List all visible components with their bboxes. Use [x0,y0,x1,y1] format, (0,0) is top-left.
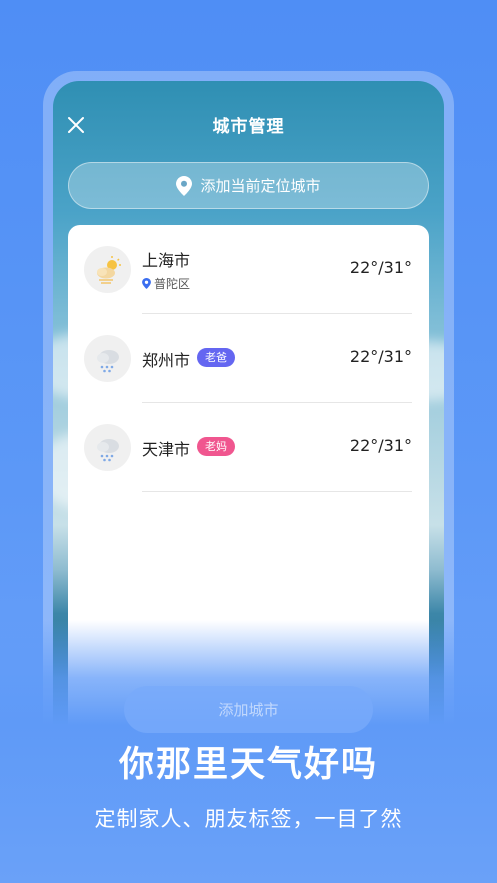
city-name: 天津市 [142,440,191,459]
add-location-label: 添加当前定位城市 [200,177,321,195]
promo-subline: 定制家人、朋友标签，一目了然 [94,807,403,831]
divider [142,491,412,492]
city-name: 郑州市 [142,351,191,370]
rain-cloud-icon [84,335,131,382]
rain-cloud-icon [84,424,131,471]
location-pin-icon [142,278,151,289]
district-label: 普陀区 [142,275,190,292]
family-tag-badge: 老妈 [197,437,235,456]
city-row-shanghai[interactable]: 上海市 普陀区 22°/31° [68,225,429,314]
location-pin-icon [176,175,193,196]
add-current-location-button[interactable]: 添加当前定位城市 [68,162,429,209]
temperature-range: 22°/31° [349,436,412,455]
family-tag-badge: 老爸 [197,348,235,367]
partly-sunny-icon [84,246,131,293]
temperature-range: 22°/31° [349,258,412,277]
city-row-tianjin[interactable]: 天津市 老妈 22°/31° [68,403,429,492]
city-row-zhengzhou[interactable]: 郑州市 老爸 22°/31° [68,314,429,403]
page-title: 城市管理 [212,117,285,137]
district-name: 普陀区 [154,277,191,291]
city-name: 上海市 [142,251,191,270]
temperature-range: 22°/31° [349,347,412,366]
promo-headline: 你那里天气好吗 [118,745,378,785]
add-city-button[interactable]: 添加城市 [124,686,373,733]
